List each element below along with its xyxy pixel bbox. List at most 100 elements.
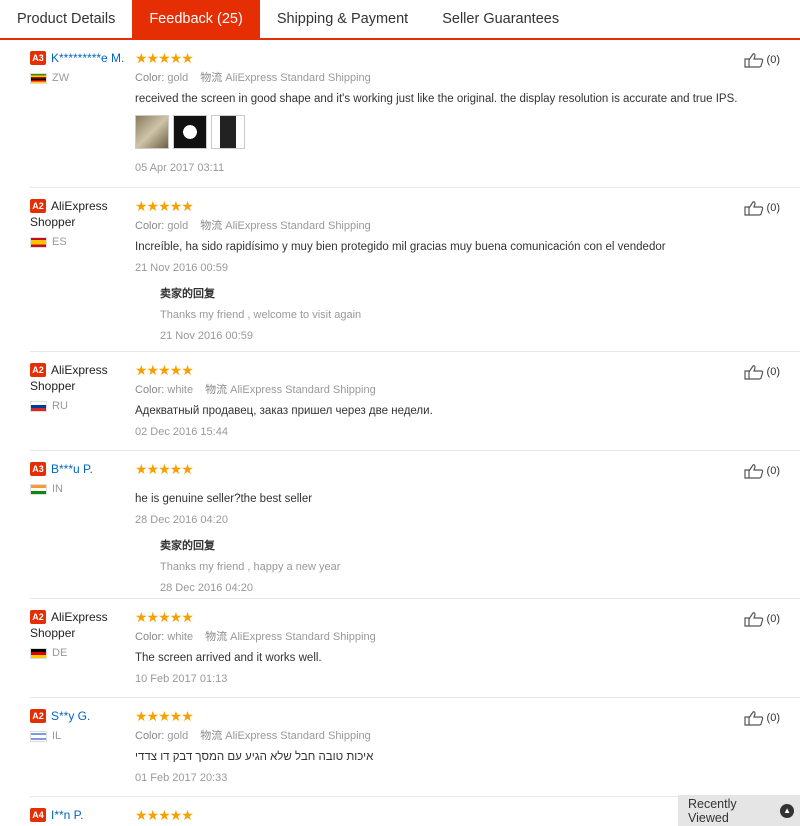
buyer-country: ES	[30, 236, 135, 248]
buyer-info: A2 AliExpress Shopper DE	[30, 609, 135, 659]
review-text: איכות טובה חבל שלא הגיע עם המסך דבק דו צ…	[135, 751, 374, 763]
color-label: Color:	[135, 631, 165, 643]
buyer-level-badge: A2	[30, 363, 46, 377]
review-photo[interactable]	[135, 115, 169, 149]
review-text: Increíble, ha sido rapidísimo y muy bien…	[135, 241, 666, 253]
order-info: Color: gold 物流 AliExpress Standard Shippi…	[135, 728, 740, 744]
review-body: ★★★★★ Color: white 物流 AliExpress Standard…	[135, 362, 740, 440]
buyer-name[interactable]: S**y G.	[51, 709, 90, 723]
recently-viewed-label: Recently Viewed	[688, 796, 737, 825]
review-text: The screen arrived and it works well.	[135, 652, 322, 664]
recently-viewed-button[interactable]: Recently Viewed ▲	[678, 795, 800, 826]
review-body: ★★★★★ he is genuine seller?the best sell…	[135, 461, 740, 596]
order-info: Color: white 物流 AliExpress Standard Shipp…	[135, 382, 740, 398]
buyer-level-badge: A2	[30, 709, 46, 723]
review-body: ★★★★★	[135, 807, 740, 824]
order-info: Color: gold 物流 AliExpress Standard Shippi…	[135, 70, 740, 86]
review-photos	[135, 115, 740, 149]
buyer-name[interactable]: K*********e M.	[51, 51, 124, 65]
shipping-value: AliExpress Standard Shipping	[225, 72, 371, 84]
thumbs-up-icon	[743, 711, 763, 726]
review-item: A2 AliExpress Shopper DE ★★★★★ Color: whi…	[30, 599, 800, 698]
helpful-button[interactable]: (0)	[743, 52, 780, 68]
color-value: white	[167, 631, 194, 643]
review-item: A3 B***u P. IN ★★★★★ he is genuine seller…	[30, 451, 800, 599]
tab-feedback[interactable]: Feedback (25)	[132, 0, 260, 38]
tab-bar: Product Details Feedback (25) Shipping &…	[0, 0, 800, 40]
buyer-country: ZW	[30, 72, 135, 84]
country-code: RU	[52, 400, 68, 412]
feedback-list: A3 K*********e M. ZW ★★★★★ Color: gold 物流 …	[0, 40, 800, 826]
buyer-info: A2 AliExpress Shopper RU	[30, 362, 135, 412]
tab-product-details[interactable]: Product Details	[0, 0, 132, 38]
shipping-value: AliExpress Standard Shipping	[225, 220, 371, 232]
review-date: 02 Dec 2016 15:44	[135, 426, 228, 438]
review-item: A2 AliExpress Shopper ES ★★★★★ Color: gol…	[30, 188, 800, 352]
seller-reply-title: 卖家的回复	[160, 288, 215, 300]
thumbs-up-icon	[743, 612, 763, 627]
helpful-count: (0)	[766, 613, 780, 625]
helpful-button[interactable]: (0)	[743, 463, 780, 479]
color-label: Color:	[135, 72, 165, 84]
thumbs-up-icon	[743, 201, 763, 216]
color-label: Color:	[135, 730, 165, 742]
color-value: gold	[167, 730, 189, 742]
rating-stars: ★★★★★	[135, 461, 194, 477]
review-text: received the screen in good shape and it…	[135, 93, 738, 105]
buyer-country: DE	[30, 647, 135, 659]
review-body: ★★★★★ Color: white 物流 AliExpress Standard…	[135, 609, 740, 687]
shipping-value: AliExpress Standard Shipping	[230, 631, 376, 643]
buyer-info: A3 K*********e M. ZW	[30, 50, 135, 84]
rating-stars: ★★★★★	[135, 708, 194, 724]
review-photo[interactable]	[173, 115, 207, 149]
shipping-value: AliExpress Standard Shipping	[225, 730, 371, 742]
country-code: ES	[52, 236, 67, 248]
buyer-level-badge: A3	[30, 51, 46, 65]
review-body: ★★★★★ Color: gold 物流 AliExpress Standard …	[135, 198, 740, 344]
helpful-button[interactable]: (0)	[743, 611, 780, 627]
color-value: gold	[167, 220, 189, 232]
thumbs-up-icon	[743, 365, 763, 380]
helpful-count: (0)	[766, 54, 780, 66]
shipping-label: 物流	[200, 72, 223, 84]
review-body: ★★★★★ Color: gold 物流 AliExpress Standard …	[135, 50, 740, 176]
review-text: Адекватный продавец, заказ пришел через …	[135, 405, 433, 417]
flag-es-icon	[30, 236, 47, 248]
seller-reply-title: 卖家的回复	[160, 540, 215, 552]
country-code: IN	[52, 483, 63, 495]
chevron-up-icon: ▲	[780, 803, 794, 818]
order-info: Color: gold 物流 AliExpress Standard Shippi…	[135, 218, 740, 234]
review-photo[interactable]	[211, 115, 245, 149]
review-date: 10 Feb 2017 01:13	[135, 673, 228, 685]
review-date: 05 Apr 2017 03:11	[135, 162, 225, 174]
buyer-info: A3 B***u P. IN	[30, 461, 135, 495]
buyer-country: RU	[30, 400, 135, 412]
helpful-button[interactable]: (0)	[743, 200, 780, 216]
helpful-button[interactable]: (0)	[743, 710, 780, 726]
review-date: 21 Nov 2016 00:59	[135, 262, 228, 274]
helpful-count: (0)	[766, 712, 780, 724]
country-code: DE	[52, 647, 68, 659]
buyer-name[interactable]: B***u P.	[51, 462, 93, 476]
shipping-value: AliExpress Standard Shipping	[230, 384, 376, 396]
review-body: ★★★★★ Color: gold 物流 AliExpress Standard …	[135, 708, 740, 786]
review-date: 01 Feb 2017 20:33	[135, 772, 228, 784]
buyer-name[interactable]: I**n P.	[51, 808, 83, 822]
thumbs-up-icon	[743, 53, 763, 68]
review-item: A2 S**y G. IL ★★★★★ Color: gold 物流 AliExpr…	[30, 698, 800, 797]
review-item: A3 K*********e M. ZW ★★★★★ Color: gold 物流 …	[30, 40, 800, 188]
tab-seller-guarantees[interactable]: Seller Guarantees	[425, 0, 576, 38]
rating-stars: ★★★★★	[135, 609, 194, 625]
color-label: Color:	[135, 384, 165, 396]
shipping-label: 物流	[205, 631, 228, 643]
review-item: A2 AliExpress Shopper RU ★★★★★ Color: whi…	[30, 352, 800, 451]
flag-in-icon	[30, 483, 47, 495]
color-value: gold	[167, 72, 189, 84]
order-info: Color: white 物流 AliExpress Standard Shipp…	[135, 629, 740, 645]
tab-shipping-payment[interactable]: Shipping & Payment	[260, 0, 425, 38]
seller-reply: 卖家的回复 Thanks my friend , happy a new yea…	[160, 538, 740, 596]
seller-reply: 卖家的回复 Thanks my friend , welcome to visi…	[160, 286, 740, 344]
flag-il-icon	[30, 730, 47, 742]
helpful-button[interactable]: (0)	[743, 364, 780, 380]
country-code: ZW	[52, 72, 70, 84]
